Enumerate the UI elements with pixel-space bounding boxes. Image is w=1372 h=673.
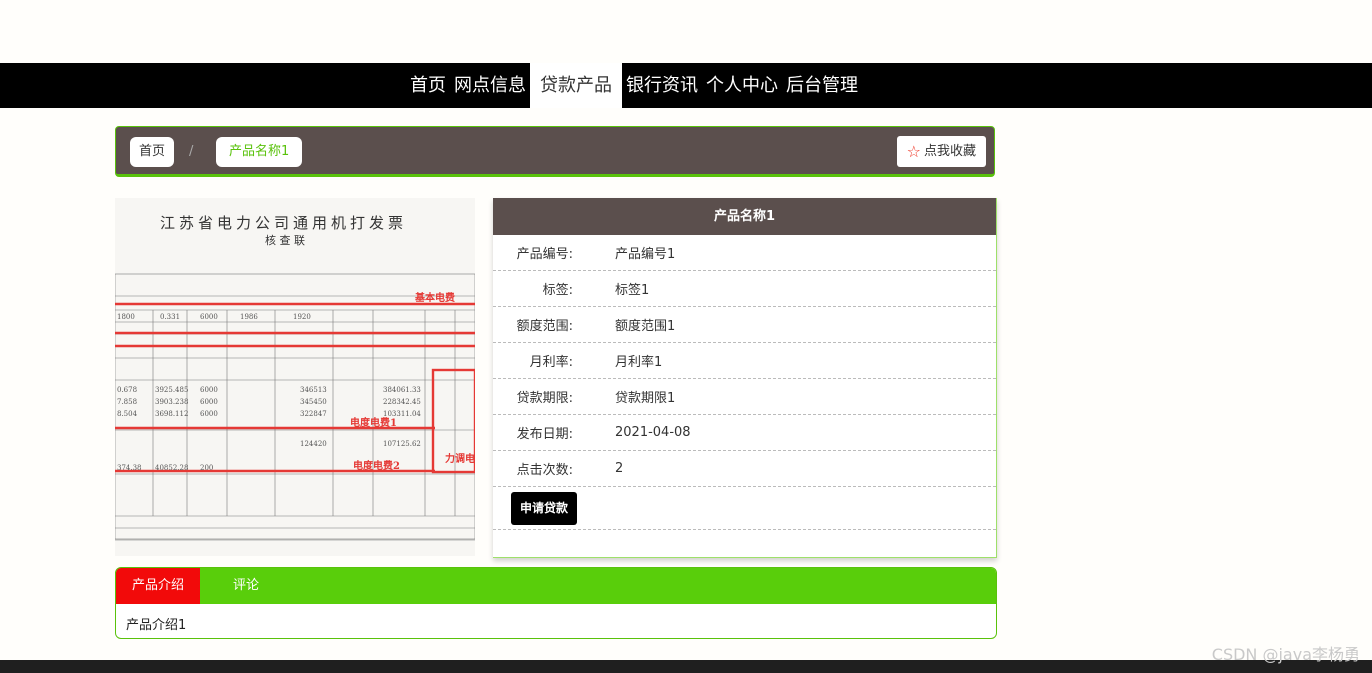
tab-bar: 产品介绍 评论 [116,568,996,604]
svg-text:3698.112: 3698.112 [155,410,188,418]
svg-text:1986: 1986 [240,313,258,321]
invoice-title: 江苏省电力公司通用机打发票 [160,214,407,232]
nav-item-branches[interactable]: 网点信息 [450,63,530,108]
detail-value: 2 [615,461,624,476]
product-image: 江苏省电力公司通用机打发票 核 查 联 1800 0.331 6000 1986… [115,198,475,556]
detail-label: 发布日期: [516,427,573,442]
breadcrumb-separator: / [189,144,194,159]
detail-value: 额度范围1 [615,319,676,334]
svg-text:124420: 124420 [300,440,327,448]
apply-loan-button[interactable]: 申请贷款 [511,492,578,525]
svg-text:346513: 346513 [300,386,327,394]
detail-label: 标签: [542,283,573,298]
watermark: CSDN @java李杨勇 [1211,645,1360,664]
detail-label: 贷款期限: [516,391,573,406]
annotation-energy-fee-2: 电度电费2 [353,459,400,472]
svg-text:6000: 6000 [200,410,218,418]
nav-item-home[interactable]: 首页 [406,63,450,108]
svg-text:0.678: 0.678 [117,386,137,394]
breadcrumb-current: 产品名称1 [216,137,303,167]
svg-text:384061.33: 384061.33 [383,386,421,394]
svg-text:322847: 322847 [300,410,327,418]
detail-label: 月利率: [529,355,573,370]
svg-text:103311.04: 103311.04 [383,410,421,418]
detail-row-click-count: 点击次数: 2 [493,451,996,487]
annotation-energy-fee-1: 电度电费1 [350,416,397,429]
detail-row-amount-range: 额度范围: 额度范围1 [493,307,996,343]
nav-item-admin[interactable]: 后台管理 [782,63,862,108]
tab-comments[interactable]: 评论 [233,568,259,604]
breadcrumb: 首页 / 产品名称1 ☆ 点我收藏 [115,126,995,177]
product-tabs: 产品介绍 评论 产品介绍1 [115,567,997,639]
svg-text:200: 200 [200,464,213,472]
star-outline-icon: ☆ [906,142,921,161]
product-title: 产品名称1 [493,198,996,235]
nav-item-bank-news[interactable]: 银行资讯 [622,63,702,108]
svg-text:6000: 6000 [200,313,218,321]
annotation-base-fee: 基本电费 [414,291,455,304]
invoice-subtitle: 核 查 联 [265,233,305,247]
svg-text:8.504: 8.504 [117,410,138,418]
detail-label: 产品编号: [516,247,573,262]
footer [0,660,1372,673]
svg-text:228342.45: 228342.45 [383,398,421,406]
apply-row: 申请贷款 [493,487,996,530]
detail-value: 产品编号1 [615,247,676,262]
detail-row-loan-term: 贷款期限: 贷款期限1 [493,379,996,415]
nav-list: 首页 网点信息 贷款产品 银行资讯 个人中心 后台管理 [406,63,862,108]
svg-text:6000: 6000 [200,398,218,406]
nav-item-personal-center[interactable]: 个人中心 [702,63,782,108]
svg-text:1920: 1920 [293,313,311,321]
svg-text:107125.62: 107125.62 [383,440,421,448]
detail-value: 标签1 [615,283,650,298]
detail-value: 2021-04-08 [615,425,691,440]
svg-text:345450: 345450 [300,398,327,406]
product-detail-panel: 产品名称1 产品编号: 产品编号1 标签: 标签1 额度范围: 额度范围1 月利… [493,198,997,558]
svg-text:7.858: 7.858 [117,398,137,406]
svg-text:0.331: 0.331 [160,313,180,321]
detail-row-product-code: 产品编号: 产品编号1 [493,235,996,271]
nav-item-loan-products[interactable]: 贷款产品 [530,63,622,108]
svg-text:1800: 1800 [117,313,135,321]
detail-label: 额度范围: [516,319,573,334]
annotation-power-adjust: 力调电 [445,452,475,465]
detail-row-monthly-rate: 月利率: 月利率1 [493,343,996,379]
svg-text:374.38: 374.38 [117,464,142,472]
top-nav: 首页 网点信息 贷款产品 银行资讯 个人中心 后台管理 [0,63,1372,108]
detail-value: 月利率1 [615,355,663,370]
detail-label: 点击次数: [516,463,573,478]
svg-text:3925.485: 3925.485 [155,386,188,394]
detail-value: 贷款期限1 [615,391,676,406]
svg-text:6000: 6000 [200,386,218,394]
favorite-button-label: 点我收藏 [923,144,976,159]
detail-row-tag: 标签: 标签1 [493,271,996,307]
favorite-button[interactable]: ☆ 点我收藏 [896,136,986,167]
svg-text:3903.238: 3903.238 [155,398,188,406]
invoice-picture: 江苏省电力公司通用机打发票 核 查 联 1800 0.331 6000 1986… [115,198,475,556]
svg-text:40852.28: 40852.28 [155,464,188,472]
tab-content: 产品介绍1 [126,618,187,633]
tab-product-intro[interactable]: 产品介绍 [116,568,200,604]
detail-row-publish-date: 发布日期: 2021-04-08 [493,415,996,451]
breadcrumb-home-link[interactable]: 首页 [130,137,175,167]
